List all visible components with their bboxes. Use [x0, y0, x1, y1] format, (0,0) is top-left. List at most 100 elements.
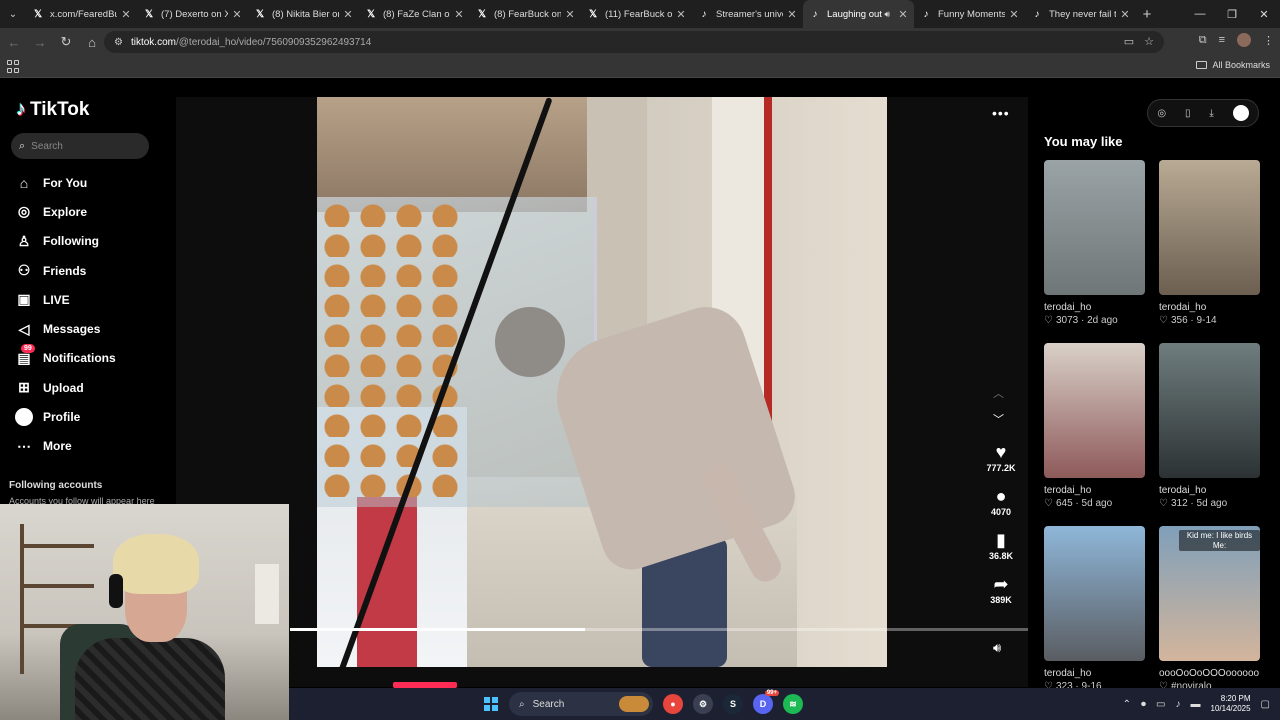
all-bookmarks-button[interactable]: All Bookmarks	[1196, 60, 1270, 70]
suggested-video[interactable]: terodai_ho ♡ 312 · 5d ago	[1159, 343, 1260, 509]
browser-tab[interactable]: 𝕏 (8) FaZe Clan on X ✕	[359, 0, 470, 28]
sidebar-item-for-you[interactable]: ⌂ For You	[14, 168, 116, 197]
back-button[interactable]: ←	[2, 30, 26, 54]
video-author[interactable]: oooOoOoOOOoooooo	[1159, 668, 1260, 679]
video-author[interactable]: terodai_ho	[1159, 302, 1260, 313]
sidebar-item-friends[interactable]: ⚇ Friends	[14, 256, 116, 285]
browser-tab[interactable]: ♪ Laughing out 🔊︎ ✕	[803, 0, 914, 28]
browser-tab[interactable]: ♪ Funny Moments ✕	[914, 0, 1025, 28]
browser-tab[interactable]: 𝕏 (11) FearBuck on ✕	[581, 0, 692, 28]
suggested-video[interactable]: terodai_ho ♡ 323 · 9-16	[1044, 526, 1145, 692]
forward-button[interactable]: →	[28, 30, 52, 54]
volume-icon[interactable]: 🔊︎	[993, 640, 1001, 656]
suggested-video[interactable]: terodai_ho ♡ 3073 · 2d ago	[1044, 160, 1145, 326]
speaker-icon[interactable]: ♪	[1176, 699, 1181, 710]
video-player[interactable]	[317, 97, 887, 667]
mobile-icon[interactable]: ▯	[1185, 108, 1191, 119]
video-thumbnail[interactable]	[1044, 343, 1145, 478]
download-icon[interactable]: ⤓	[1209, 108, 1213, 119]
sidebar-item-following[interactable]: ♙ Following	[14, 227, 116, 256]
steam-icon[interactable]: S	[723, 694, 743, 714]
new-tab-button[interactable]: +	[1136, 6, 1158, 23]
more-options-icon[interactable]: •••	[992, 105, 1010, 121]
minimize-icon[interactable]: —	[1184, 0, 1216, 28]
tiktok-logo[interactable]: ♪ TikTok	[16, 98, 89, 121]
browser-tab[interactable]: 𝕏 (8) FearBuck on X ✕	[470, 0, 581, 28]
video-thumbnail[interactable]	[1159, 343, 1260, 478]
next-video-chevron-icon[interactable]: ﹀	[993, 411, 1004, 427]
video-thumbnail[interactable]	[1159, 160, 1260, 295]
tab-close-icon[interactable]: ✕	[1009, 8, 1019, 21]
comment-button[interactable]: ● 4070	[976, 485, 1026, 517]
previous-video-chevron-icon[interactable]: ︿	[993, 385, 1004, 401]
tab-close-icon[interactable]: ✕	[676, 8, 686, 21]
sidebar-item-profile[interactable]: Profile	[14, 402, 116, 431]
video-author[interactable]: terodai_ho	[1159, 485, 1260, 496]
like-button[interactable]: ♥ 777.2K	[976, 441, 1026, 473]
chrome-icon[interactable]: ●	[663, 694, 683, 714]
system-app-icon[interactable]: ⚙	[693, 694, 713, 714]
home-button[interactable]: ⌂	[80, 30, 104, 54]
site-info-icon[interactable]: ⚙	[114, 37, 123, 48]
notification-center-icon[interactable]: ▢	[1261, 699, 1270, 710]
reload-button[interactable]: ↻	[54, 30, 78, 54]
browser-tab[interactable]: ♪ Streamer's univer ✕	[692, 0, 803, 28]
video-author[interactable]: terodai_ho	[1044, 302, 1145, 313]
sidebar-item-explore[interactable]: ◎ Explore	[14, 197, 116, 226]
tab-audio-icon[interactable]: 🔊︎	[884, 9, 890, 20]
windows-start-icon[interactable]	[484, 697, 498, 711]
clock[interactable]: 8:20 PM 10/14/2025	[1211, 694, 1251, 714]
browser-tab[interactable]: 𝕏 (8) Nikita Bier on ✕	[248, 0, 359, 28]
cast-icon[interactable]: ▭	[1124, 35, 1134, 48]
microphone-icon[interactable]: ⏺	[1141, 699, 1146, 710]
discord-icon[interactable]: D 99+	[753, 690, 779, 714]
sidebar-item-live[interactable]: ▣ LIVE	[14, 285, 116, 314]
tab-close-icon[interactable]: ✕	[898, 8, 908, 21]
tab-close-icon[interactable]: ✕	[565, 8, 575, 21]
tab-close-icon[interactable]: ✕	[1120, 8, 1130, 21]
browser-tab[interactable]: 𝕏 (7) Dexerto on X ✕	[137, 0, 248, 28]
close-window-icon[interactable]: ✕	[1248, 0, 1280, 28]
profile-avatar[interactable]	[1237, 33, 1251, 47]
address-bar[interactable]: ⚙ tiktok.com/@terodai_ho/video/756090935…	[104, 31, 1164, 53]
sidebar-item-upload[interactable]: ⊞ Upload	[14, 373, 116, 402]
taskbar-search[interactable]: ⌕ Search	[509, 692, 653, 716]
suggested-video[interactable]: terodai_ho ♡ 645 · 5d ago	[1044, 343, 1145, 509]
share-button[interactable]: ➦ 389K	[976, 573, 1026, 605]
tab-close-icon[interactable]: ✕	[121, 8, 131, 21]
video-date: 2d ago	[1087, 315, 1118, 326]
search-input[interactable]: ⌕ Search	[11, 133, 149, 159]
video-thumbnail[interactable]: Kid me: I like birds Me:	[1159, 526, 1260, 661]
sidebar-item-messages[interactable]: ◁ Messages	[14, 314, 116, 343]
browser-menu-icon[interactable]: ⋮	[1263, 34, 1274, 47]
bookmark-star-icon[interactable]: ☆	[1144, 35, 1154, 48]
spotify-icon[interactable]: ≋	[783, 694, 803, 714]
tray-chevron-icon[interactable]: ⌃	[1123, 699, 1131, 710]
apps-grid-icon[interactable]	[7, 59, 21, 74]
suggested-video[interactable]: Kid me: I like birds Me: oooOoOoOOOoooooo…	[1159, 526, 1260, 692]
video-thumbnail[interactable]	[1044, 160, 1145, 295]
media-controls-icon[interactable]: ≡	[1219, 34, 1225, 46]
tab-close-icon[interactable]: ✕	[787, 8, 797, 21]
video-author[interactable]: terodai_ho	[1044, 485, 1145, 496]
tab-close-icon[interactable]: ✕	[232, 8, 242, 21]
extensions-icon[interactable]: ⧉	[1199, 34, 1207, 47]
save-button[interactable]: ▮ 36.8K	[976, 529, 1026, 561]
tab-close-icon[interactable]: ✕	[343, 8, 353, 21]
tab-close-icon[interactable]: ✕	[454, 8, 464, 21]
browser-tab[interactable]: ♪ They never fail to ✕	[1025, 0, 1136, 28]
battery-icon[interactable]: ▬	[1191, 699, 1201, 710]
video-author[interactable]: terodai_ho	[1044, 668, 1145, 679]
suggested-video[interactable]: terodai_ho ♡ 356 · 9-14	[1159, 160, 1260, 326]
tab-title: Streamer's univer	[716, 8, 783, 20]
sidebar-item-more[interactable]: ⋯ More	[14, 432, 116, 461]
autoscroll-icon[interactable]: ◎	[1157, 108, 1166, 119]
network-icon[interactable]: ▭	[1156, 699, 1165, 710]
video-thumbnail[interactable]	[1044, 526, 1145, 661]
sidebar-item-notifications[interactable]: ▤ 99 Notifications	[14, 343, 116, 373]
theme-toggle[interactable]	[1232, 105, 1249, 121]
tab-search-button[interactable]: ⌄	[0, 0, 26, 28]
restore-icon[interactable]: ❐	[1216, 0, 1248, 28]
browser-tab[interactable]: 𝕏x.com/FearedBuck ✕	[26, 0, 137, 28]
video-progress-bar[interactable]	[290, 628, 1028, 631]
